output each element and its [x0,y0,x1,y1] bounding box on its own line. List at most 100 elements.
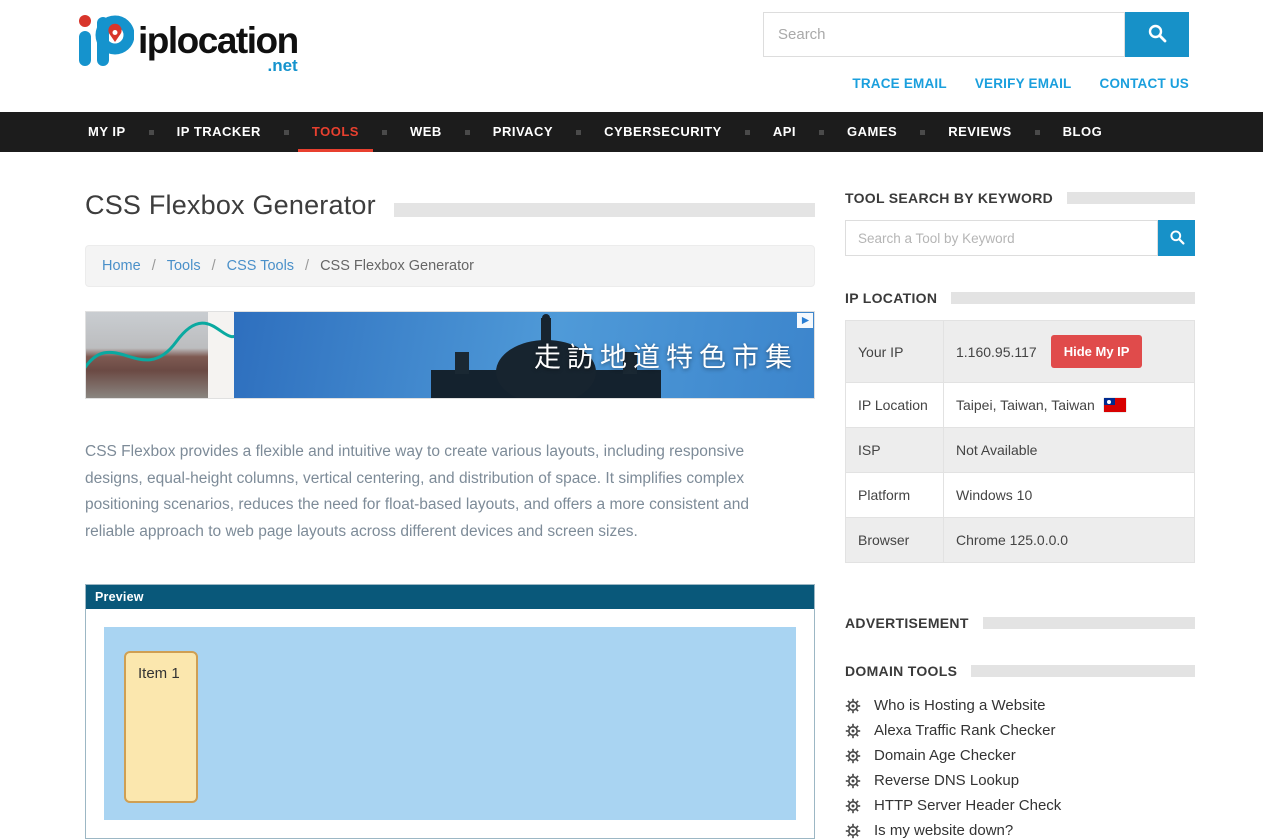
header-search-input[interactable] [763,12,1125,57]
logo-icon [76,10,134,79]
heading-decoration-bar [971,665,1195,677]
nav-item-blog[interactable]: BLOG [1049,112,1117,152]
row-label: Browser [846,518,944,563]
nav-separator [819,130,824,135]
verify-email-link[interactable]: VERIFY EMAIL [975,76,1072,91]
gear-icon [845,723,861,739]
page-title: CSS Flexbox Generator [85,190,376,221]
nav-separator [149,130,154,135]
table-row: Browser Chrome 125.0.0.0 [846,518,1195,563]
domain-tool-link-hosting[interactable]: Who is Hosting a Website [874,697,1045,714]
nav-separator [920,130,925,135]
nav-item-api[interactable]: API [759,112,810,152]
page-content: CSS Flexbox Generator Home Tools CSS Too… [0,152,1263,840]
breadcrumb-home[interactable]: Home [102,258,141,274]
tool-search [845,220,1195,256]
row-value: Taipei, Taiwan, Taiwan [944,383,1195,428]
row-label: IP Location [846,383,944,428]
tool-search-input[interactable] [845,220,1158,256]
nav-item-cybersecurity[interactable]: CYBERSECURITY [590,112,736,152]
heading-decoration-bar [983,617,1195,629]
domain-tools-list: Who is Hosting a Website A [845,697,1195,840]
contact-us-link[interactable]: CONTACT US [1100,76,1190,91]
sidebar: TOOL SEARCH BY KEYWORD IP LOCATION [845,190,1195,840]
list-item: Alexa Traffic Rank Checker [845,722,1195,739]
ad-main-image: 走訪地道特色市集 [234,312,814,398]
heading-decoration-bar [1067,192,1195,204]
ip-location-heading-text: IP LOCATION [845,290,937,306]
advertisement-heading: ADVERTISEMENT [845,615,1195,631]
domain-tool-link-alexa[interactable]: Alexa Traffic Rank Checker [874,722,1055,739]
nav-item-ip-tracker[interactable]: IP TRACKER [163,112,275,152]
nav-item-privacy[interactable]: PRIVACY [479,112,567,152]
preview-panel: Preview Item 1 [85,584,815,839]
nav-item-my-ip[interactable]: MY IP [74,112,140,152]
domain-tool-link-reverse-dns[interactable]: Reverse DNS Lookup [874,772,1019,789]
nav-separator [382,130,387,135]
ip-info-table: Your IP 1.160.95.117 Hide My IP IP Locat… [845,320,1195,563]
flex-preview-container: Item 1 [104,627,796,820]
nav-separator [745,130,750,135]
preview-header: Preview [86,585,814,609]
search-icon [1147,23,1167,46]
nav-item-web[interactable]: WEB [396,112,456,152]
nav-separator [1035,130,1040,135]
table-row: IP Location Taipei, Taiwan, Taiwan [846,383,1195,428]
logo[interactable]: iplocation .net [76,10,298,79]
table-row: ISP Not Available [846,428,1195,473]
row-value: 1.160.95.117 Hide My IP [944,321,1195,383]
row-label: Your IP [846,321,944,383]
list-item: Who is Hosting a Website [845,697,1195,714]
domain-tool-link-http-header[interactable]: HTTP Server Header Check [874,797,1061,814]
breadcrumb-css-tools[interactable]: CSS Tools [201,258,294,274]
search-icon [1169,229,1185,248]
tool-search-button[interactable] [1158,220,1195,256]
main-column: CSS Flexbox Generator Home Tools CSS Too… [85,190,815,840]
list-item: Is my website down? [845,822,1195,839]
heading-decoration-bar [951,292,1195,304]
domain-tools-heading: DOMAIN TOOLS [845,663,1195,679]
list-item: Reverse DNS Lookup [845,772,1195,789]
header-links: TRACE EMAIL VERIFY EMAIL CONTACT US [852,76,1189,91]
preview-body: Item 1 [86,609,814,838]
domain-tool-link-website-down[interactable]: Is my website down? [874,822,1013,839]
domain-tool-link-domain-age[interactable]: Domain Age Checker [874,747,1016,764]
tool-search-heading-text: TOOL SEARCH BY KEYWORD [845,190,1053,206]
hide-my-ip-button[interactable]: Hide My IP [1051,335,1143,368]
gear-icon [845,798,861,814]
breadcrumb-tools[interactable]: Tools [141,258,201,274]
ad-left-image [86,312,208,398]
row-value: Windows 10 [944,473,1195,518]
nav-separator [465,130,470,135]
ad-info-icon[interactable] [797,313,813,328]
gear-icon [845,823,861,839]
nav-separator [576,130,581,135]
breadcrumb: Home Tools CSS Tools CSS Flexbox Generat… [85,245,815,287]
row-label: ISP [846,428,944,473]
header-search [763,12,1189,57]
row-value: Not Available [944,428,1195,473]
tool-description: CSS Flexbox provides a flexible and intu… [85,439,791,546]
nav-item-reviews[interactable]: REVIEWS [934,112,1025,152]
tool-search-heading: TOOL SEARCH BY KEYWORD [845,190,1195,206]
domain-tools-heading-text: DOMAIN TOOLS [845,663,957,679]
row-label: Platform [846,473,944,518]
advertisement-heading-text: ADVERTISEMENT [845,615,969,631]
ad-banner[interactable]: 走訪地道特色市集 [85,311,815,399]
row-value: Chrome 125.0.0.0 [944,518,1195,563]
ip-address-value: 1.160.95.117 [956,344,1037,360]
list-item: HTTP Server Header Check [845,797,1195,814]
site-header: iplocation .net TRACE EMAIL VERIFY EMAIL… [0,0,1263,112]
nav-item-tools[interactable]: TOOLS [298,112,373,152]
taiwan-flag-icon [1104,398,1126,412]
table-row: Your IP 1.160.95.117 Hide My IP [846,321,1195,383]
nav-item-games[interactable]: GAMES [833,112,911,152]
gear-icon [845,773,861,789]
trace-email-link[interactable]: TRACE EMAIL [852,76,946,91]
table-row: Platform Windows 10 [846,473,1195,518]
ip-location-value: Taipei, Taiwan, Taiwan [956,397,1095,413]
list-item: Domain Age Checker [845,747,1195,764]
ad-headline: 走訪地道特色市集 [534,336,798,375]
flex-item-1[interactable]: Item 1 [124,651,198,803]
header-search-button[interactable] [1125,12,1189,57]
